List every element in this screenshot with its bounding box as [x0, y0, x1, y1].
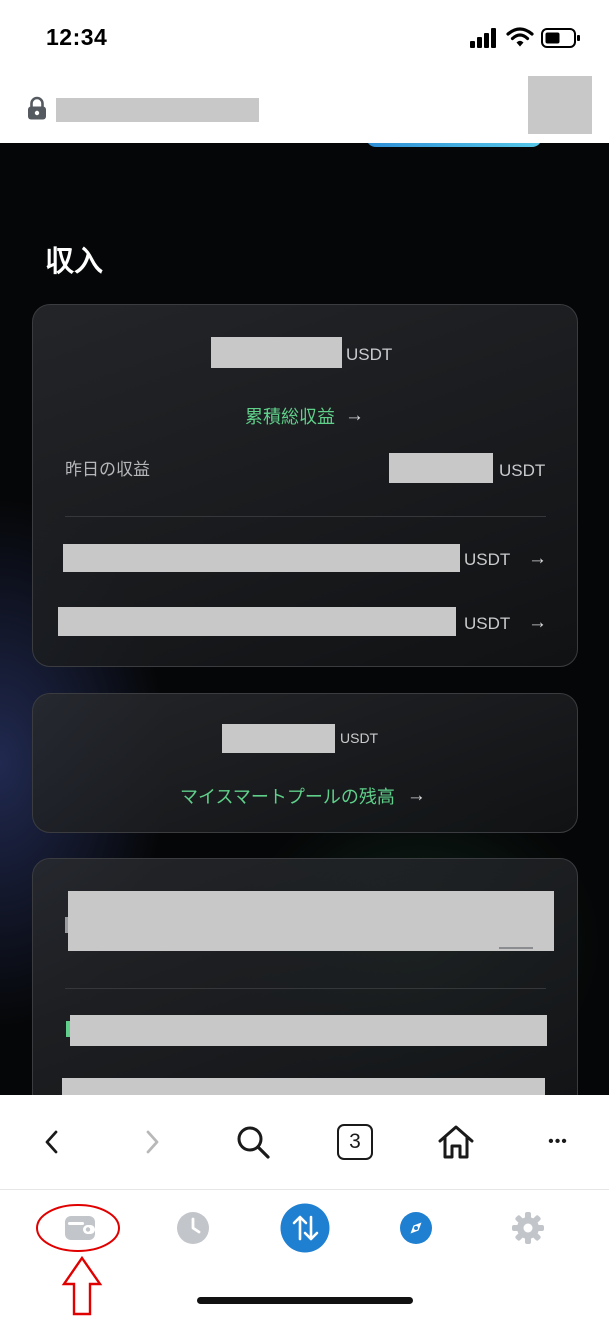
- gear-icon: [512, 1212, 544, 1244]
- yesterday-unit: USDT: [499, 461, 546, 480]
- back-button[interactable]: [32, 1120, 72, 1164]
- row-2-unit: USDT: [464, 614, 511, 633]
- compass-icon: [400, 1212, 432, 1244]
- card-divider: [65, 516, 546, 517]
- total-earnings-card: USDT 累積総収益 → 昨日の収益 USDT USDT → USDT →: [32, 304, 578, 667]
- tabs-count: 3: [337, 1124, 373, 1160]
- yesterday-amount-redacted: [389, 453, 493, 483]
- details-card: [32, 858, 578, 1095]
- arrow-right-icon: →: [528, 548, 547, 569]
- arrow-right-icon: →: [406, 785, 426, 806]
- wifi-icon: [506, 27, 534, 47]
- yesterday-earnings-label: 昨日の収益: [65, 460, 150, 479]
- tab-discover[interactable]: [394, 1206, 438, 1250]
- row-1-redacted: [63, 544, 460, 572]
- smart-pool-card: USDT マイスマートプールの残高 →: [32, 693, 578, 833]
- arrow-right-icon: →: [345, 405, 364, 426]
- earnings-row-2[interactable]: USDT →: [33, 601, 577, 641]
- card3-row-1-redacted[interactable]: [70, 1015, 547, 1046]
- tabs-button[interactable]: 3: [335, 1120, 375, 1164]
- search-icon: [237, 1126, 270, 1159]
- swap-arrows-icon: [280, 1203, 330, 1253]
- tab-history[interactable]: [171, 1206, 215, 1250]
- smart-pool-label: マイスマートプールの残高: [180, 787, 395, 807]
- url-redacted[interactable]: [56, 98, 259, 122]
- annotation-highlight: [36, 1204, 120, 1316]
- signal-icon: [470, 28, 496, 48]
- tab-swap[interactable]: [280, 1203, 330, 1253]
- total-amount-redacted: [211, 337, 342, 368]
- battery-icon: [541, 28, 580, 48]
- chevron-right-icon: [146, 1130, 159, 1154]
- home-icon: [438, 1125, 474, 1159]
- income-page: 収入 USDT 累積総収益 → 昨日の収益 USDT USDT → USDT →…: [0, 143, 609, 1095]
- clock-icon: [177, 1212, 209, 1244]
- more-icon: •••: [548, 1133, 568, 1150]
- corner-redacted: [528, 76, 592, 134]
- tab-settings[interactable]: [506, 1206, 550, 1250]
- row-2-redacted: [58, 607, 456, 636]
- income-title: 収入: [45, 246, 104, 278]
- earnings-row-1[interactable]: USDT →: [33, 538, 577, 578]
- arrow-right-icon: →: [528, 612, 547, 633]
- pool-balance-unit: USDT: [340, 730, 379, 746]
- pool-balance-redacted: [222, 724, 335, 753]
- row-1-unit: USDT: [464, 550, 511, 569]
- cumulative-earnings-link[interactable]: 累積総収益 →: [245, 403, 364, 429]
- card-divider: [65, 988, 546, 989]
- home-indicator: [197, 1297, 413, 1304]
- more-button[interactable]: •••: [538, 1120, 578, 1164]
- status-time: 12:34: [46, 24, 108, 50]
- search-button[interactable]: [233, 1120, 273, 1164]
- home-button[interactable]: [436, 1120, 476, 1164]
- card3-arrow-fragment: [499, 947, 533, 949]
- chevron-left-icon: [45, 1130, 58, 1154]
- lock-icon: [28, 96, 46, 120]
- smart-pool-link[interactable]: マイスマートプールの残高 →: [180, 783, 426, 809]
- card3-row-2-redacted[interactable]: [62, 1078, 545, 1095]
- total-unit: USDT: [346, 345, 393, 364]
- forward-button[interactable]: [132, 1120, 172, 1164]
- card3-header-redacted: [68, 891, 554, 951]
- cumulative-earnings-label: 累積総収益: [245, 407, 335, 427]
- browser-toolbar: [0, 1095, 609, 1189]
- top-accent-bar: [366, 143, 542, 147]
